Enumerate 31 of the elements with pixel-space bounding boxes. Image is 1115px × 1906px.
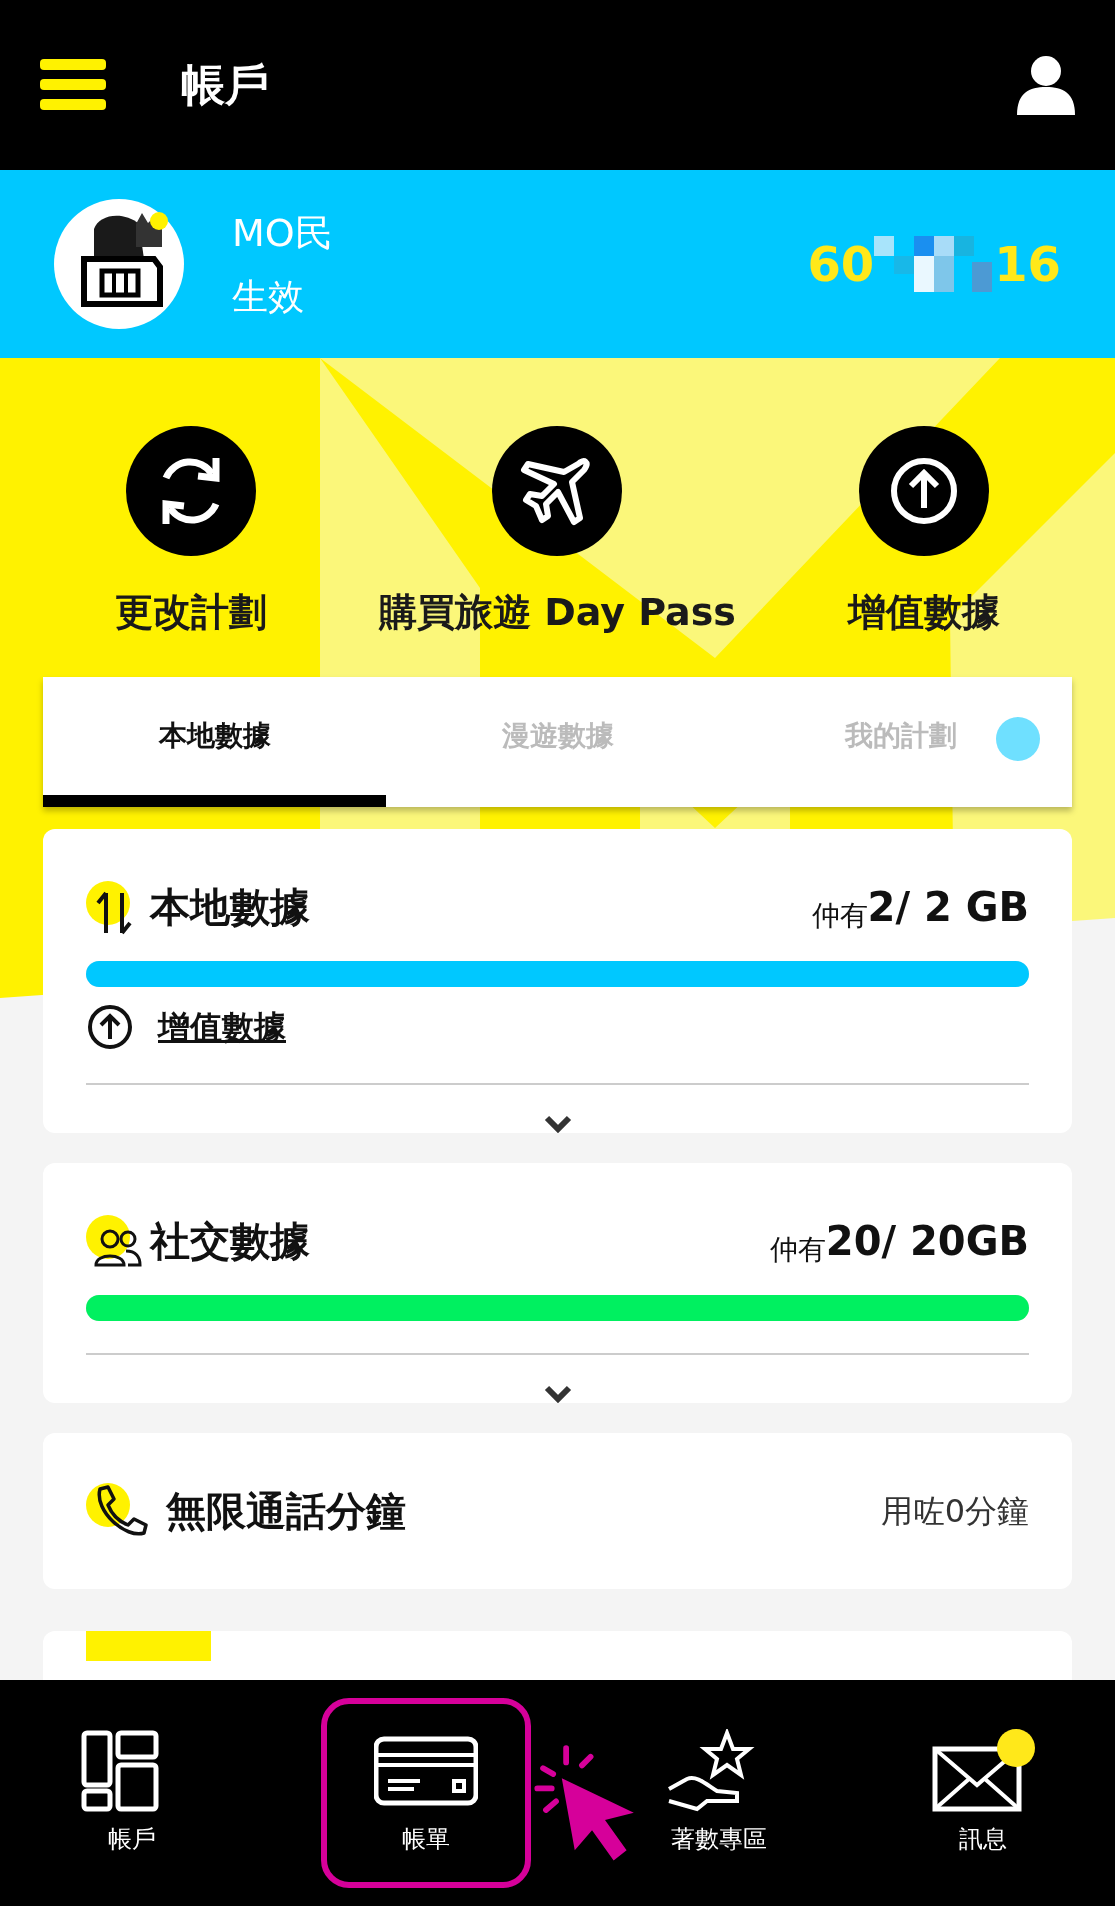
minutes-used: 用咗0分鐘 <box>880 1491 1029 1532</box>
menu-icon[interactable] <box>40 57 106 113</box>
card-title: 社交數據 <box>150 1217 310 1266</box>
nav-tab[interactable]: 著數專區 <box>644 1698 795 1888</box>
nav-tab[interactable]: 訊息 <box>908 1698 1059 1888</box>
remaining-amount: 2/ 2 GB <box>867 883 1029 932</box>
page-title: 帳戶 <box>181 58 269 112</box>
upload-icon[interactable] <box>858 426 989 556</box>
chevron-down-icon[interactable] <box>543 1385 572 1403</box>
airplane-icon[interactable] <box>492 426 623 556</box>
user-name: MO民 <box>232 209 333 257</box>
remaining-amount: 20/ 20GB <box>825 1217 1029 1266</box>
card-title: 本地數據 <box>150 883 310 932</box>
avatar-icon <box>54 199 184 329</box>
refresh-icon[interactable] <box>126 426 257 556</box>
action-label[interactable]: 增值數據 <box>847 584 1000 641</box>
user-icon[interactable] <box>1017 55 1075 115</box>
card-title: 無限通話分鐘 <box>166 1487 406 1536</box>
remaining-label: 仲有 <box>769 1232 826 1268</box>
upload-icon[interactable] <box>86 1003 134 1051</box>
nav-tab[interactable]: 帳戶 <box>56 1698 207 1888</box>
action-label[interactable]: 購買旅遊 Day Pass <box>379 584 736 641</box>
chevron-down-icon[interactable] <box>543 1115 572 1133</box>
top-up-link[interactable]: 增值數據 <box>158 1003 286 1051</box>
phone-number-end: 16 <box>994 235 1061 294</box>
account-status: 生效 <box>232 274 305 319</box>
nav-tab[interactable]: 帳單 <box>320 1698 531 1888</box>
remaining-label: 仲有 <box>811 898 868 934</box>
phone-number-start: 60 <box>807 235 875 294</box>
action-label[interactable]: 更改計劃 <box>115 584 268 641</box>
tab[interactable]: 本地數據 <box>43 677 386 807</box>
